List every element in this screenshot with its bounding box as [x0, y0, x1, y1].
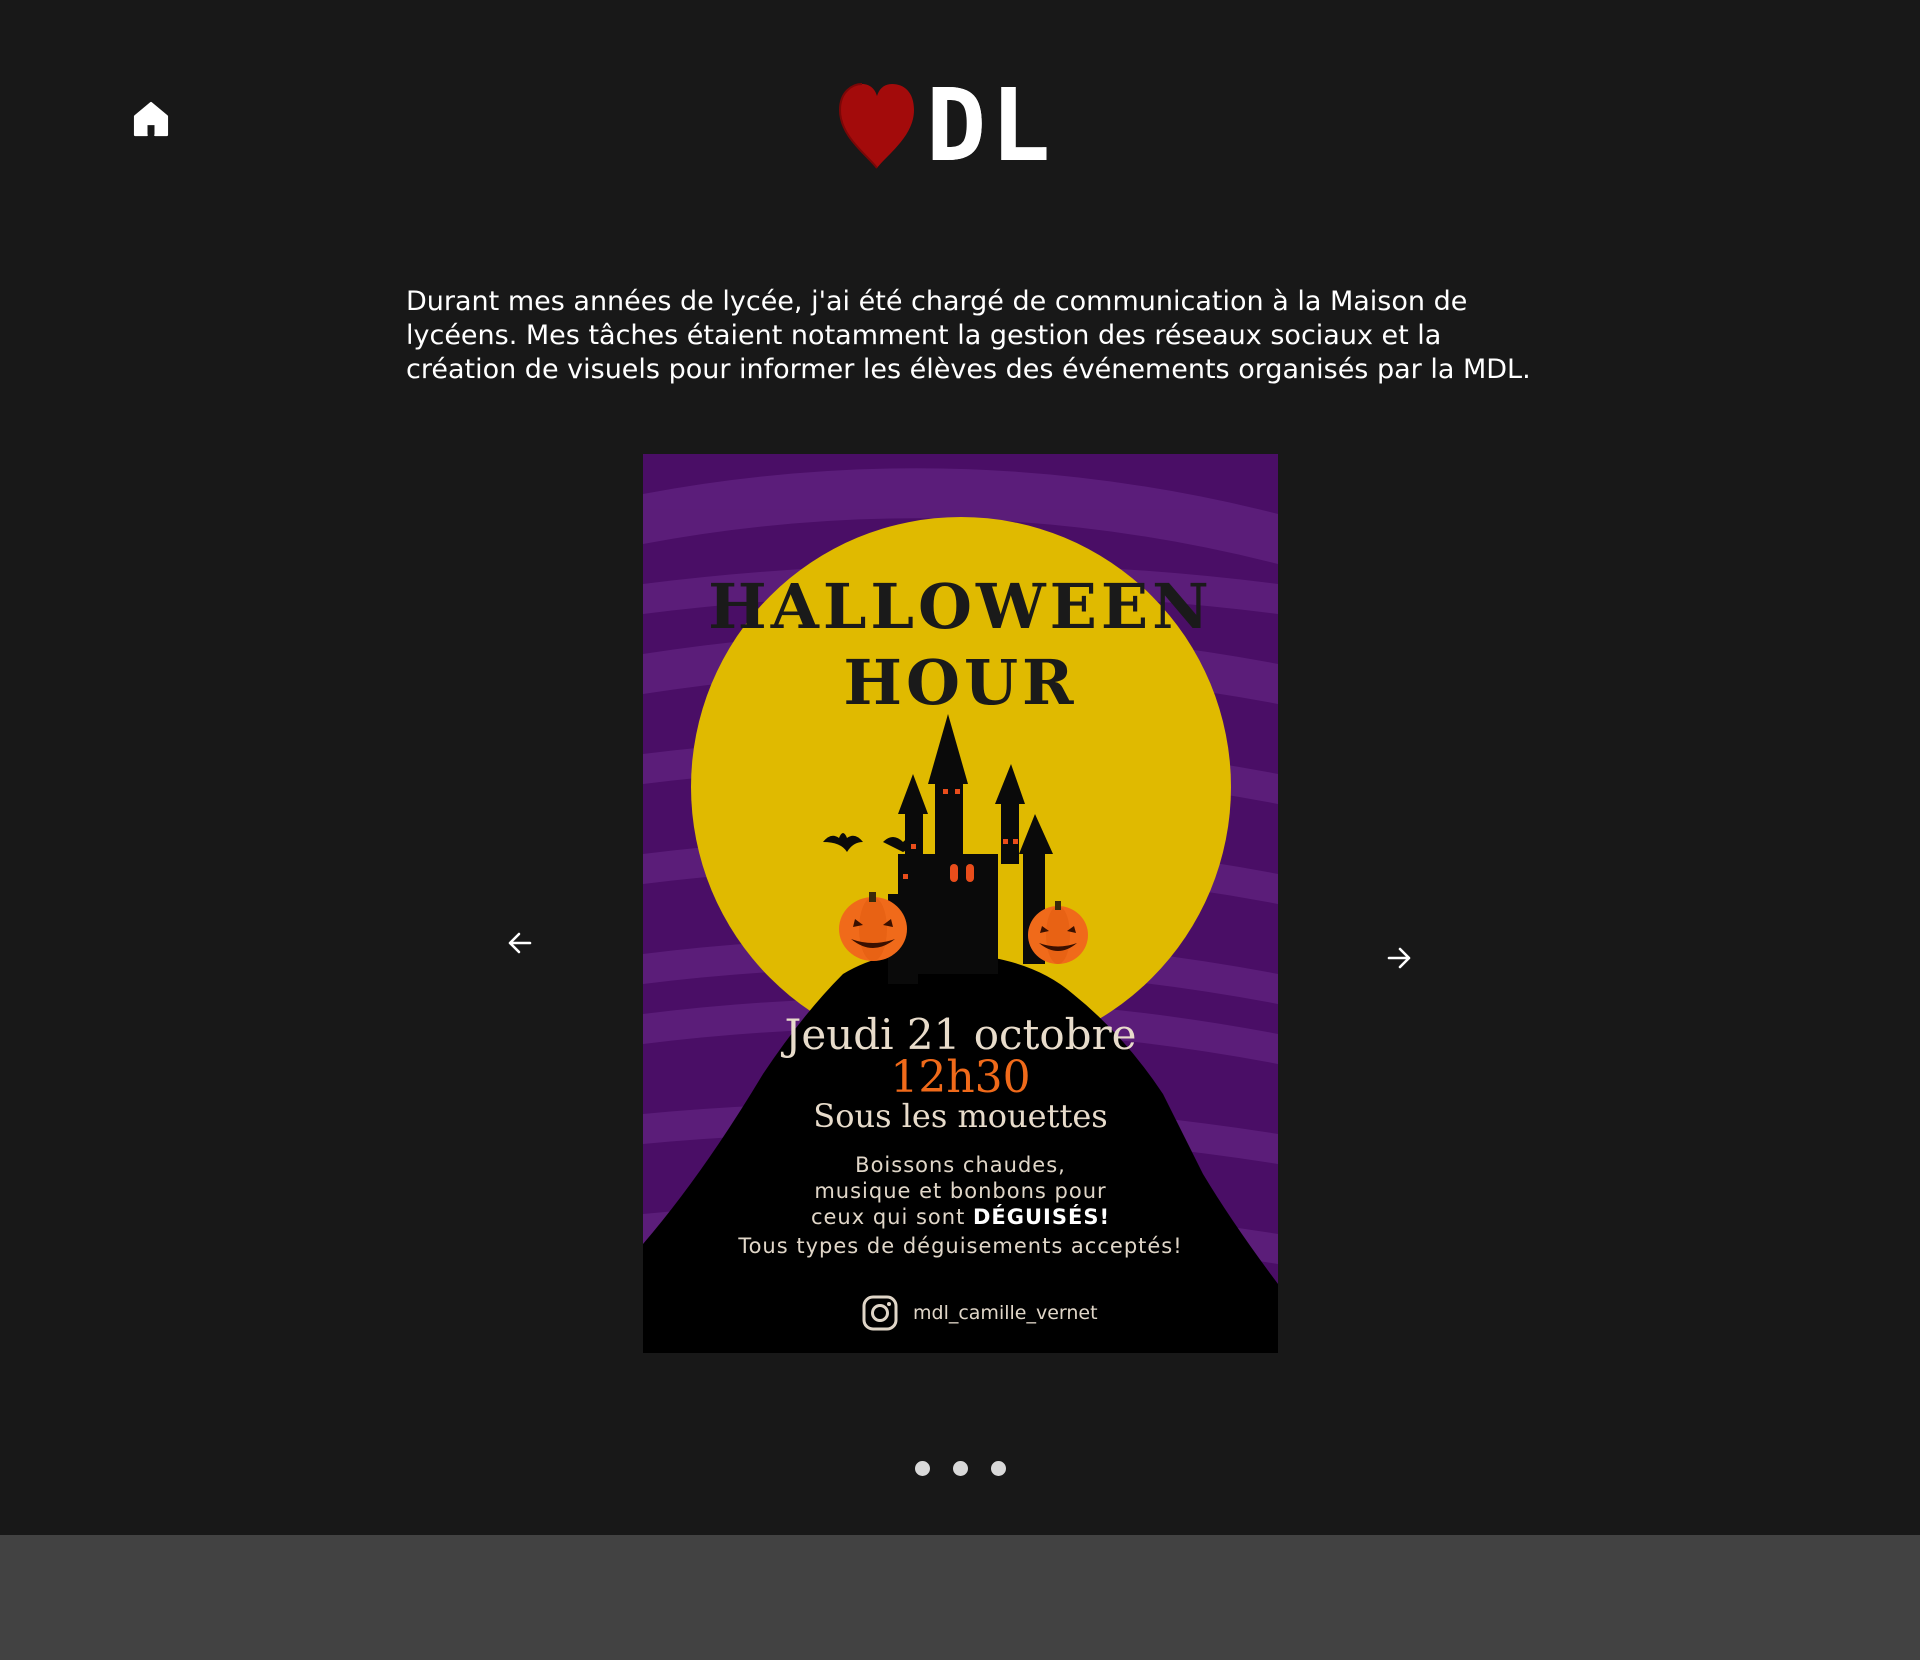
intro-text: Durant mes années de lycée, j'ai été cha… [406, 286, 1531, 385]
instagram-icon [862, 1295, 898, 1331]
page: DL Durant mes années de lycée, j'ai été … [0, 0, 1920, 1535]
poster-title-line1: HALLOWEEN [708, 570, 1213, 643]
home-button[interactable] [130, 98, 172, 140]
poster-accept: Tous types de déguisements acceptés! [738, 1234, 1183, 1258]
heart-icon [836, 82, 918, 170]
carousel-slide-poster: HALLOWEEN HOUR Jeudi 21 octobre 12h30 So… [643, 454, 1278, 1353]
home-icon [133, 101, 169, 137]
arrow-right-icon [1387, 947, 1411, 969]
poster-desc-line3a: ceux qui sont [810, 1205, 973, 1229]
poster-desc-line3: ceux qui sont DÉGUISÉS! [643, 1204, 1278, 1230]
poster-desc-line3b: DÉGUISÉS! [972, 1205, 1111, 1229]
poster-description: Boissons chaudes, musique et bonbons pou… [643, 1152, 1278, 1230]
poster-title-line2: HOUR [843, 646, 1078, 719]
poster-place: Sous les mouettes [813, 1097, 1108, 1135]
footer [0, 1535, 1920, 1660]
logo-text: DL [926, 67, 1055, 184]
carousel-dot-3[interactable] [991, 1461, 1006, 1476]
instagram-handle: mdl_camille_vernet [913, 1302, 1098, 1324]
carousel-dots [915, 1461, 1006, 1476]
poster-desc-line2: musique et bonbons pour [814, 1179, 1107, 1203]
carousel-next-button[interactable] [1379, 938, 1419, 978]
carousel-dot-2[interactable] [953, 1461, 968, 1476]
carousel-dot-1[interactable] [915, 1461, 930, 1476]
carousel-prev-button[interactable] [500, 923, 540, 963]
poster-instagram: mdl_camille_vernet [861, 1294, 1098, 1332]
arrow-left-icon [508, 932, 532, 954]
logo: DL [836, 76, 1096, 176]
poster-desc-line1: Boissons chaudes, [855, 1153, 1066, 1177]
